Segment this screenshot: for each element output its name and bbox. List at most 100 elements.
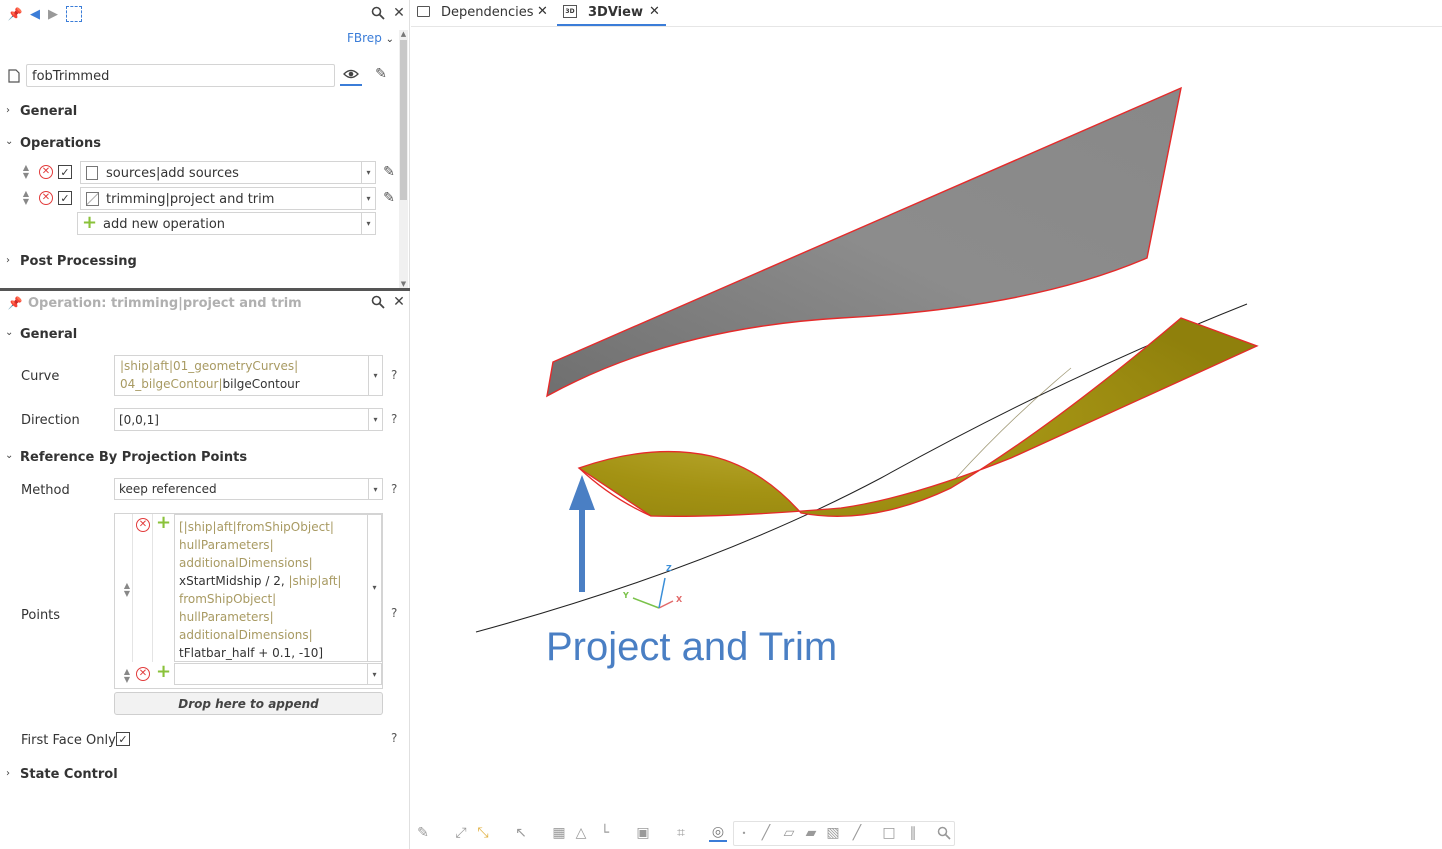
reorder-handle-icon[interactable]: ▲ ▼ — [122, 582, 132, 598]
add-operation-select[interactable]: + add new operation ▾ — [77, 212, 376, 235]
chevron-down-icon: ⌄ — [5, 450, 14, 461]
reorder-handle-icon[interactable]: ▲ ▼ — [21, 164, 31, 180]
curve-input[interactable]: |ship|aft|01_geometryCurves| 04_bilgeCon… — [114, 355, 383, 396]
section-icon[interactable]: □ — [880, 824, 898, 842]
point-icon[interactable]: • — [735, 824, 753, 842]
chevron-right-icon: › — [6, 768, 10, 779]
camera-icon[interactable]: ▣ — [634, 824, 652, 842]
operation-select[interactable]: sources|add sources ▾ — [80, 161, 376, 184]
panel-title: Operation: trimming|project and trim — [28, 296, 302, 311]
hatch-icon[interactable]: ∥ — [904, 824, 922, 842]
measure-icon[interactable]: ╱ — [848, 824, 866, 842]
drop-target[interactable]: Drop here to append — [114, 692, 383, 715]
shell-icon[interactable]: ▰ — [802, 824, 820, 842]
tab-bar: Dependencies ✕ 3D 3DView ✕ — [411, 0, 1442, 27]
trimming-icon — [86, 192, 99, 206]
tab-dependencies[interactable]: Dependencies ✕ — [411, 0, 555, 26]
forward-arrow-icon[interactable]: ▶ — [46, 6, 60, 22]
operation-select[interactable]: trimming|project and trim ▾ — [80, 187, 376, 210]
document-icon — [7, 68, 21, 84]
first-face-only-label: First Face Only — [21, 733, 116, 748]
scrollbar[interactable]: ▲ ▼ — [399, 30, 408, 288]
search-icon[interactable] — [370, 294, 386, 310]
chevron-down-icon: ⌄ — [385, 34, 395, 45]
help-icon[interactable]: ? — [391, 368, 397, 382]
points-label: Points — [21, 608, 61, 623]
fit-all-icon[interactable]: ⤢ — [452, 824, 470, 842]
trimmed-surface — [577, 317, 1259, 517]
axis-label-z: Z — [666, 564, 672, 573]
fit-selection-icon[interactable]: ⤡ — [474, 824, 492, 842]
visibility-toggle[interactable] — [340, 64, 362, 86]
pin-icon[interactable]: 📌 — [8, 6, 23, 22]
reorder-handle-icon[interactable]: ▲ ▼ — [21, 190, 31, 206]
point-expression-input[interactable]: [|ship|aft|fromShipObject| hullParameter… — [174, 514, 382, 662]
scrollbar-thumb[interactable] — [400, 40, 407, 200]
type-selector[interactable]: FBrep ⌄ — [347, 31, 394, 45]
upper-surface — [546, 86, 1182, 398]
remove-operation-icon[interactable]: ✕ — [39, 191, 53, 205]
pointer-icon[interactable]: ↖ — [512, 824, 530, 842]
chevron-right-icon: › — [6, 255, 10, 266]
remove-point-icon[interactable]: ✕ — [136, 518, 150, 532]
help-icon[interactable]: ? — [391, 606, 397, 620]
object-name-input[interactable]: fobTrimmed — [26, 64, 335, 87]
points-list: ▲ ▼ ✕ + [|ship|aft|fromShipObject| hullPa… — [114, 513, 383, 689]
pencil-icon[interactable]: ✎ — [414, 824, 432, 842]
operation-row: ▲ ▼ ✕ ✓ trimming|project and trim ▾ ✎ — [0, 186, 410, 210]
edit-pencil-icon[interactable]: ✎ — [372, 65, 390, 83]
close-icon[interactable]: ✕ — [392, 294, 406, 310]
chevron-down-icon: ⌄ — [5, 327, 14, 338]
close-tab-icon[interactable]: ✕ — [537, 4, 548, 19]
tab-3dview[interactable]: 3D 3DView ✕ — [557, 0, 666, 26]
curve-label: Curve — [21, 369, 60, 384]
reorder-handle-icon[interactable]: ▲ ▼ — [122, 668, 132, 684]
search-icon[interactable] — [370, 5, 386, 21]
clip-plane-icon[interactable]: ⌗ — [672, 824, 690, 842]
method-label: Method — [21, 483, 70, 498]
scene-annotation: Project and Trim — [546, 625, 838, 669]
3d-viewport[interactable]: Z Y X Project and Trim — [411, 28, 1442, 849]
operation-enabled-checkbox[interactable]: ✓ — [58, 165, 72, 179]
close-tab-icon[interactable]: ✕ — [649, 4, 660, 19]
axis-label-y: Y — [623, 591, 629, 600]
solid-icon[interactable]: ▧ — [824, 824, 842, 842]
3d-scene — [475, 86, 1259, 633]
add-point-icon[interactable]: + — [156, 663, 171, 681]
visibility-off-icon[interactable]: ◎ — [709, 824, 727, 842]
panel-splitter[interactable] — [0, 288, 410, 291]
zoom-icon[interactable] — [935, 824, 953, 842]
edit-pencil-icon[interactable]: ✎ — [381, 163, 397, 181]
add-point-icon[interactable]: + — [156, 514, 171, 532]
first-face-only-checkbox[interactable]: ✓ — [116, 732, 130, 746]
help-icon[interactable]: ? — [391, 482, 397, 496]
help-icon[interactable]: ? — [391, 412, 397, 426]
operation-row: ▲ ▼ ✕ ✓ sources|add sources ▾ ✎ — [0, 160, 410, 184]
face-icon[interactable]: ▱ — [780, 824, 798, 842]
pin-icon[interactable]: 📌 — [8, 295, 23, 311]
edit-pencil-icon[interactable]: ✎ — [381, 189, 397, 207]
axis-label-x: X — [676, 595, 683, 604]
left-panel: 📌 ◀ ▶ ✕ FBrep ⌄ fobTrimmed ✎ › General ⌄… — [0, 0, 410, 849]
line-icon[interactable]: ╱ — [757, 824, 775, 842]
help-icon[interactable]: ? — [391, 731, 397, 745]
direction-label: Direction — [21, 413, 80, 428]
cube-view-icon[interactable]: ▦ — [550, 824, 568, 842]
remove-point-icon[interactable]: ✕ — [136, 667, 150, 681]
chevron-right-icon: › — [6, 105, 10, 116]
sources-icon — [86, 166, 98, 180]
plus-icon: + — [82, 212, 98, 233]
method-select[interactable]: keep referenced ▾ — [114, 478, 383, 500]
direction-input[interactable]: [0,0,1] ▾ — [114, 408, 383, 431]
remove-operation-icon[interactable]: ✕ — [39, 165, 53, 179]
new-point-input[interactable]: ▾ — [174, 663, 382, 685]
projection-arrow-head — [569, 475, 595, 510]
select-in-tree-icon[interactable] — [66, 6, 82, 22]
operation-enabled-checkbox[interactable]: ✓ — [58, 191, 72, 205]
axes-icon[interactable]: └ — [596, 824, 614, 842]
perspective-icon[interactable]: △ — [572, 824, 590, 842]
3d-icon: 3D — [563, 5, 577, 18]
back-arrow-icon[interactable]: ◀ — [28, 6, 42, 22]
monitor-icon — [417, 6, 430, 17]
close-icon[interactable]: ✕ — [392, 5, 406, 21]
